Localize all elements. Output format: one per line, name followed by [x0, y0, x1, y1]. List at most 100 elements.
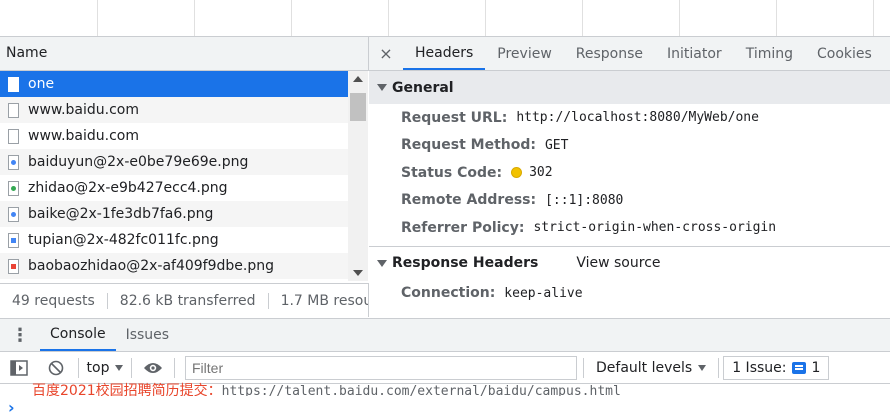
- toolbar-separator: [131, 357, 132, 378]
- console-filter-input[interactable]: [185, 355, 577, 380]
- dropdown-arrow-icon: [698, 364, 707, 371]
- image-thumb-icon: [11, 211, 16, 217]
- image-icon: [8, 180, 19, 196]
- console-message-link[interactable]: https://talent.baidu.com/external/baidu/…: [222, 384, 621, 396]
- request-list-scrollbar[interactable]: [348, 71, 368, 281]
- toolbar-separator: [174, 357, 175, 378]
- scroll-down-icon[interactable]: [353, 270, 363, 276]
- log-levels-dropdown[interactable]: Default levels: [588, 352, 714, 384]
- request-row[interactable]: tupian@2x-482fc011fc.png: [0, 227, 348, 253]
- image-thumb-icon: [11, 159, 16, 165]
- tab-timing[interactable]: Timing: [734, 37, 805, 70]
- more-menu-icon[interactable]: ⋮: [0, 319, 40, 351]
- log-levels-label: Default levels: [596, 359, 693, 376]
- request-method-row: Request Method: GET: [369, 132, 890, 160]
- tab-initiator[interactable]: Initiator: [655, 37, 734, 70]
- detail-tab-bar: × Headers Preview Response Initiator Tim…: [369, 37, 890, 71]
- response-headers-section-header[interactable]: Response Headers View source: [369, 247, 890, 280]
- request-name: www.baidu.com: [28, 102, 139, 118]
- request-row[interactable]: baike@2x-1fe3db7fa6.png: [0, 201, 348, 227]
- header-value: keep-alive: [504, 285, 583, 301]
- request-row[interactable]: baiduyun@2x-e0be79e69e.png: [0, 149, 348, 175]
- request-row[interactable]: one: [0, 71, 348, 97]
- timeline-gridline: [194, 0, 195, 36]
- header-key: Request Method:: [401, 137, 536, 154]
- request-name: tupian@2x-482fc011fc.png: [28, 232, 219, 248]
- request-count: 49 requests: [0, 292, 108, 309]
- toolbar-separator: [583, 357, 584, 378]
- referrer-policy-row: Referrer Policy: strict-origin-when-cros…: [369, 214, 890, 242]
- request-list: one www.baidu.com www.baidu.com baiduyun@2x…: [0, 71, 348, 281]
- toolbar-separator: [718, 357, 720, 378]
- tab-headers[interactable]: Headers: [403, 37, 486, 70]
- general-title: General: [392, 79, 454, 96]
- status-code-row: Status Code: 302: [369, 159, 890, 187]
- image-thumb-icon: [11, 237, 16, 243]
- header-value: GET: [544, 137, 569, 153]
- scroll-up-icon[interactable]: [353, 76, 363, 82]
- console-message: 百度2021校园招聘简历提交：https://talent.baidu.com/…: [0, 380, 890, 396]
- request-name: one: [28, 76, 55, 92]
- header-key: Connection:: [401, 285, 496, 302]
- status-dot-icon: [511, 167, 523, 179]
- remote-address-row: Remote Address: [::1]:8080: [369, 187, 890, 215]
- header-key: Referrer Policy:: [401, 219, 525, 236]
- tab-issues[interactable]: Issues: [116, 319, 180, 351]
- header-value: strict-origin-when-cross-origin: [533, 220, 777, 236]
- timeline-gridline: [582, 0, 583, 36]
- issues-count: 1: [811, 359, 821, 376]
- transferred-size: 82.6 kB transferred: [108, 292, 269, 309]
- console-message-text: 百度2021校园招聘简历提交：: [32, 383, 222, 396]
- request-name: www.baidu.com: [28, 128, 139, 144]
- request-row[interactable]: zhidao@2x-e9b427ecc4.png: [0, 175, 348, 201]
- request-row[interactable]: www.baidu.com: [0, 97, 348, 123]
- image-thumb-icon: [11, 263, 16, 269]
- image-icon: [8, 232, 19, 248]
- timeline-gridline: [97, 0, 98, 36]
- eye-icon[interactable]: [136, 352, 170, 384]
- header-value: 302: [529, 165, 553, 181]
- document-icon: [8, 102, 19, 118]
- header-value: [::1]:8080: [545, 192, 624, 208]
- image-icon: [8, 206, 19, 222]
- network-summary-bar: 49 requests 82.6 kB transferred 1.7 MB r…: [0, 283, 369, 317]
- issues-label: 1 Issue:: [732, 359, 787, 376]
- tab-preview[interactable]: Preview: [485, 37, 564, 70]
- issues-counter-button[interactable]: 1 Issue: 1: [723, 355, 830, 380]
- sidebar-toggle-icon[interactable]: [0, 352, 38, 384]
- issue-message-icon: [792, 361, 807, 374]
- image-icon: [8, 154, 19, 170]
- clear-console-icon[interactable]: [38, 352, 74, 384]
- name-column-header[interactable]: Name: [0, 37, 369, 71]
- request-name: baike@2x-1fe3db7fa6.png: [28, 206, 214, 222]
- document-icon: [8, 76, 19, 92]
- scrollbar-thumb[interactable]: [350, 93, 366, 121]
- timeline-gridline: [873, 0, 874, 36]
- request-name: zhidao@2x-e9b427ecc4.png: [28, 180, 228, 196]
- headers-pane: General Request URL: http://localhost:80…: [369, 71, 890, 317]
- tab-response[interactable]: Response: [564, 37, 655, 70]
- request-row[interactable]: baobaozhidao@2x-af409f9dbe.png: [0, 253, 348, 279]
- close-icon[interactable]: ×: [369, 37, 403, 70]
- tab-console[interactable]: Console: [40, 319, 116, 351]
- header-value: http://localhost:8080/MyWeb/one: [516, 110, 759, 126]
- timeline-gridline: [485, 0, 486, 36]
- response-headers-title: Response Headers: [392, 255, 539, 271]
- context-selector[interactable]: top: [83, 352, 127, 384]
- header-key: Status Code:: [401, 164, 503, 181]
- general-section-header[interactable]: General: [369, 71, 890, 104]
- request-row[interactable]: www.baidu.com: [0, 123, 348, 149]
- request-name: baiduyun@2x-e0be79e69e.png: [28, 154, 249, 170]
- tab-cookies[interactable]: Cookies: [805, 37, 884, 70]
- view-source-link[interactable]: View source: [576, 255, 660, 271]
- network-overview-timeline[interactable]: [0, 0, 890, 37]
- context-label: top: [86, 359, 110, 376]
- resources-size: 1.7 MB resources: [280, 292, 368, 309]
- image-thumb-icon: [11, 185, 16, 191]
- console-prompt-icon[interactable]: ›: [8, 398, 15, 417]
- dropdown-arrow-icon: [115, 364, 124, 371]
- expand-triangle-icon: [377, 84, 387, 91]
- timeline-gridline: [388, 0, 389, 36]
- header-key: Request URL:: [401, 109, 508, 126]
- toolbar-separator: [78, 357, 79, 378]
